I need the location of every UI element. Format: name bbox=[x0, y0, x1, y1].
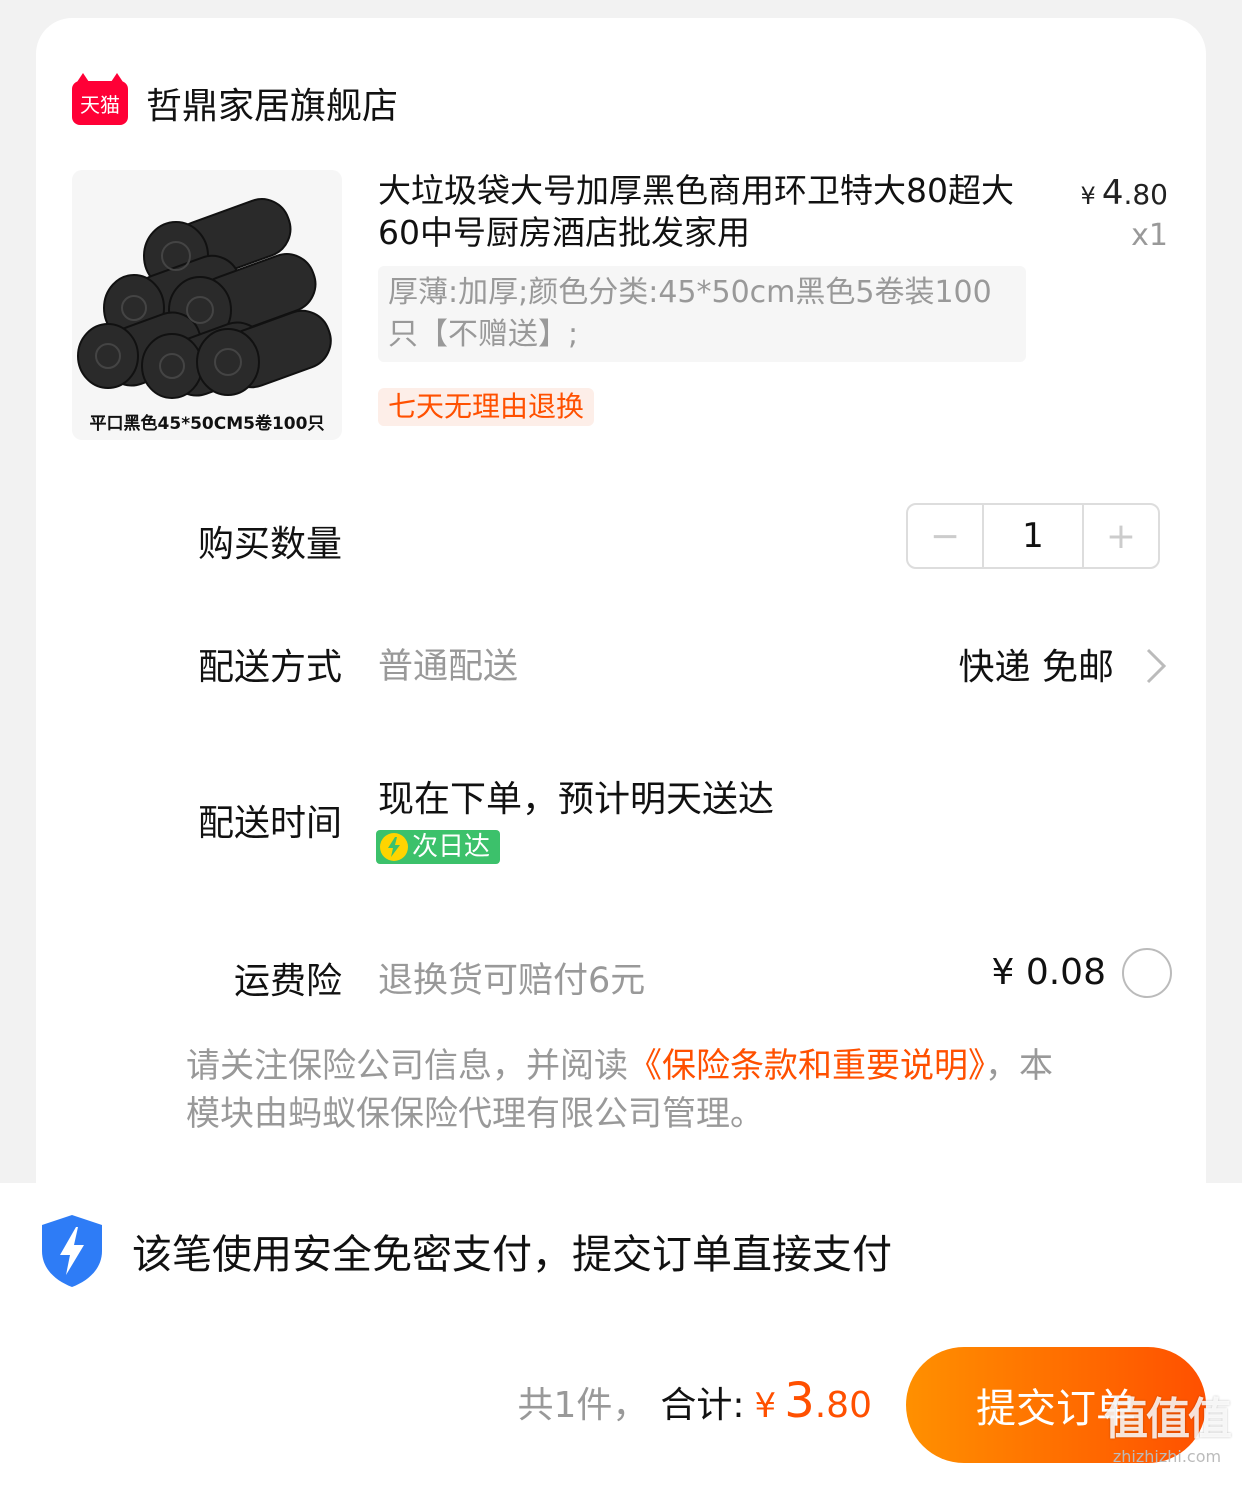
shop-name[interactable]: 哲鼎家居旗舰店 bbox=[146, 77, 398, 129]
shipping-label: 配送方式 bbox=[197, 647, 342, 688]
decrement-button[interactable]: − bbox=[908, 505, 982, 567]
insurance-price: ¥ 0.08 bbox=[991, 952, 1106, 993]
secure-payment-row: 该笔使用安全免密支付，提交订单直接支付 bbox=[38, 1213, 892, 1289]
shipping-value[interactable]: 快递 免邮 bbox=[959, 638, 1114, 690]
quantity-stepper: − 1 + bbox=[906, 503, 1160, 569]
image-caption: 平口黑色45*50CM5卷100只 bbox=[89, 414, 325, 434]
delivery-eta: 现在下单，预计明天送达 bbox=[378, 779, 775, 820]
lightning-icon bbox=[380, 833, 408, 861]
insurance-radio[interactable] bbox=[1122, 948, 1172, 998]
quantity-value[interactable]: 1 bbox=[982, 505, 1084, 567]
watermark-logo: 值值值 bbox=[1104, 1394, 1232, 1445]
watermark-url: zhizhizhi.com bbox=[1112, 1447, 1222, 1466]
insurance-label: 运费险 bbox=[233, 961, 342, 1002]
product-image[interactable]: 平口黑色45*50CM5卷100只 bbox=[72, 170, 342, 440]
item-count: 共1件， bbox=[517, 1385, 649, 1426]
quantity-label: 购买数量 bbox=[197, 524, 342, 565]
shipping-method: 普通配送 bbox=[378, 647, 519, 687]
tmall-logo-icon: 天猫 bbox=[72, 73, 128, 125]
chevron-right-icon[interactable] bbox=[1144, 646, 1168, 686]
price-int: 4 bbox=[1101, 173, 1124, 213]
insurance-notice: 请关注保险公司信息，并阅读《保险条款和重要说明》，本模块由蚂蚁保保险代理有限公司… bbox=[186, 1042, 1086, 1138]
price-dec: .80 bbox=[1123, 178, 1168, 211]
return-policy-tag: 七天无理由退换 bbox=[378, 388, 595, 426]
shield-icon bbox=[42, 1215, 102, 1287]
total-label: 合计: bbox=[660, 1385, 745, 1426]
insurance-desc: 退换货可赔付6元 bbox=[378, 961, 646, 1001]
sku-selector[interactable]: 厚薄:加厚;颜色分类:45*50cm黑色5卷装100只【不赠送】; bbox=[378, 266, 1026, 362]
order-total: 共1件， 合计: ¥ 3 .80 bbox=[518, 1373, 873, 1429]
next-day-badge: 次日达 bbox=[376, 830, 501, 864]
total-dec: .80 bbox=[814, 1385, 872, 1426]
notice-prefix: 请关注保险公司信息，并阅读 bbox=[186, 1046, 628, 1086]
insurance-terms-link[interactable]: 《保险条款和重要说明》 bbox=[628, 1046, 985, 1086]
tmall-badge-text: 天猫 bbox=[80, 92, 120, 117]
product-title[interactable]: 大垃圾袋大号加厚黑色商用环卫特大80超大60中号厨房酒店批发家用 bbox=[378, 170, 1028, 254]
watermark: 值值值 zhizhizhi.com bbox=[1104, 1383, 1232, 1466]
secure-payment-text: 该笔使用安全免密支付，提交订单直接支付 bbox=[132, 1232, 892, 1278]
order-card: 天猫 哲鼎家居旗舰店 平口黑色45*50CM5卷100只 大垃圾袋大号加厚黑色商… bbox=[36, 18, 1206, 1218]
price-currency: ¥ bbox=[1080, 182, 1096, 210]
shop-header[interactable]: 天猫 哲鼎家居旗舰店 bbox=[72, 68, 398, 138]
delivery-label: 配送时间 bbox=[197, 803, 342, 844]
total-int: 3 bbox=[784, 1373, 815, 1429]
next-day-badge-text: 次日达 bbox=[412, 832, 491, 862]
checkout-bar: 该笔使用安全免密支付，提交订单直接支付 共1件， 合计: ¥ 3 .80 提交订… bbox=[0, 1183, 1242, 1488]
total-currency: ¥ bbox=[754, 1386, 777, 1426]
product-quantity: x1 bbox=[1131, 218, 1168, 253]
product-price: ¥4.80 bbox=[1081, 173, 1168, 213]
increment-button[interactable]: + bbox=[1084, 505, 1158, 567]
garbage-bag-rolls-icon bbox=[77, 198, 332, 399]
